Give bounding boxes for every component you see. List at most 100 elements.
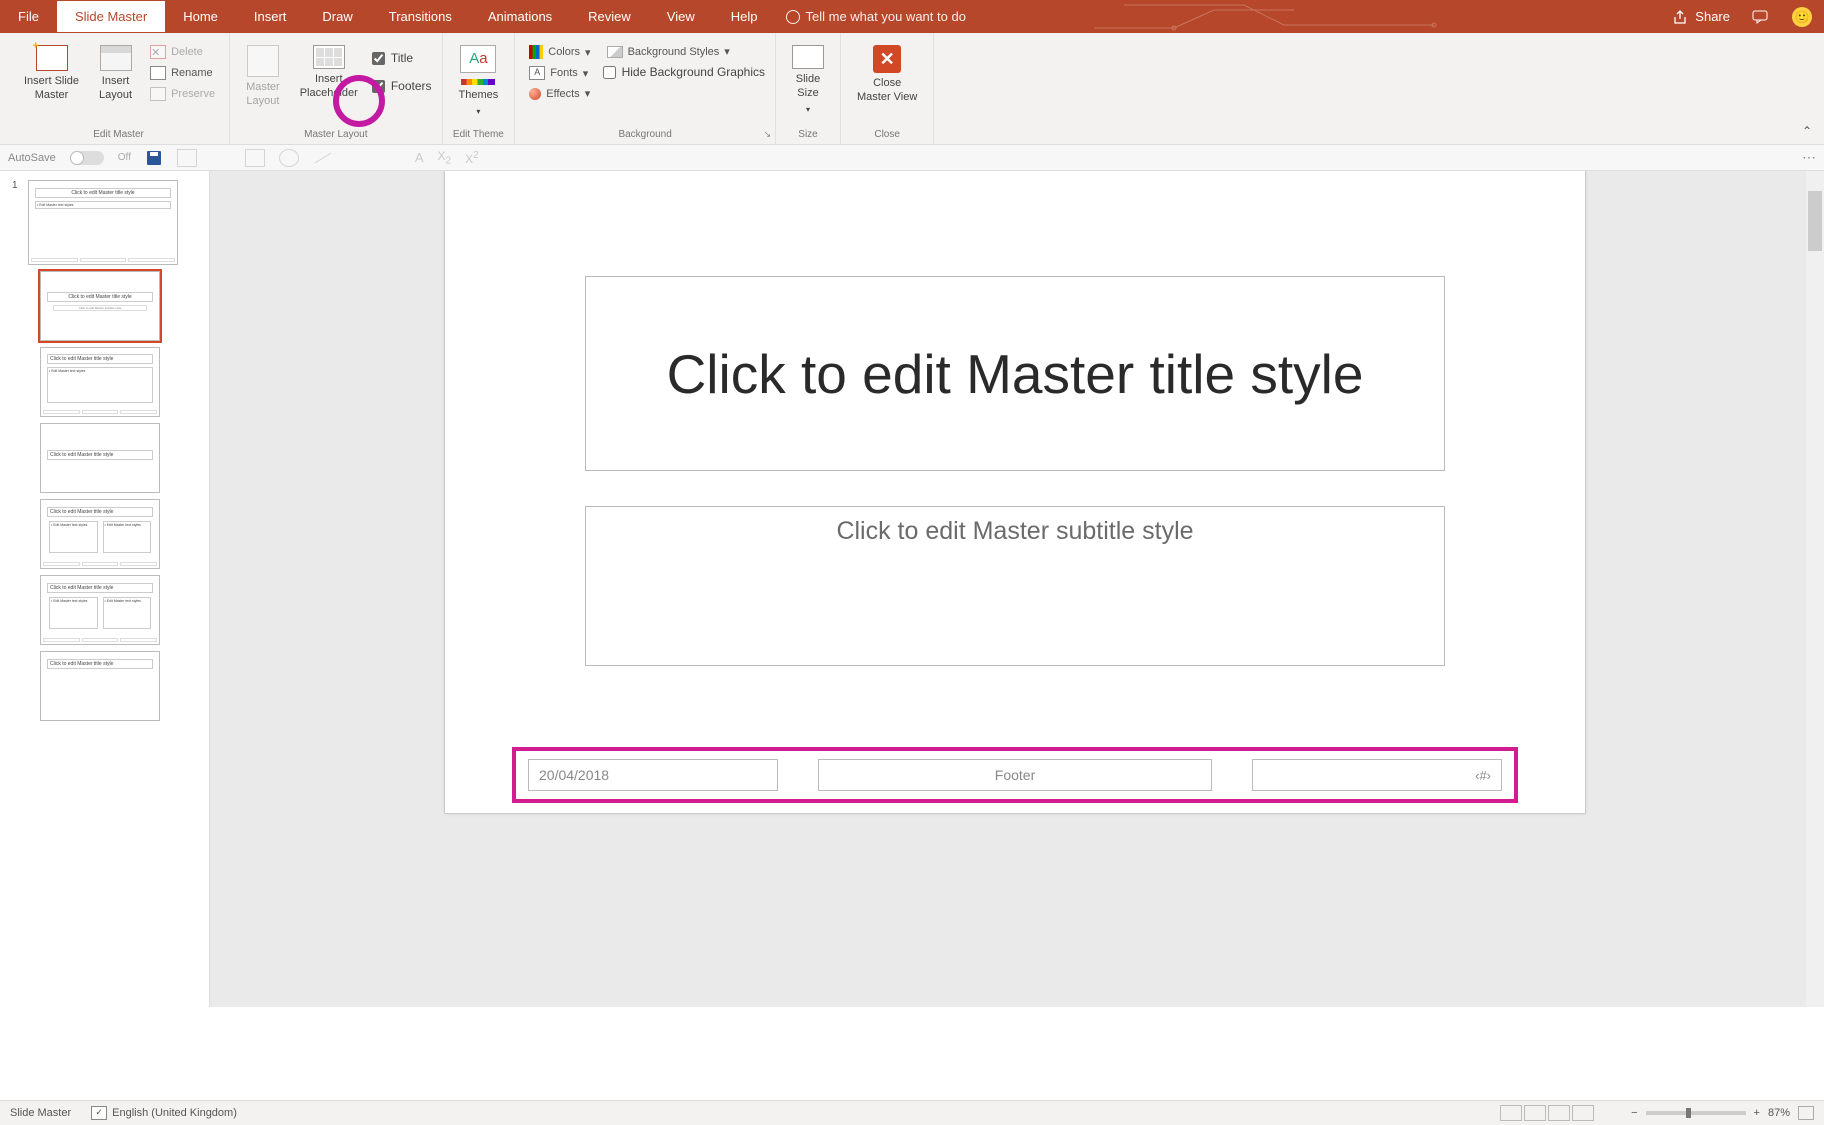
- distribute-v-icon[interactable]: [697, 149, 717, 167]
- align-right-icon[interactable]: [595, 149, 615, 167]
- footer-annotation-highlight: 20/04/2018 Footer ‹#›: [512, 747, 1518, 803]
- view-mode-buttons[interactable]: [1500, 1105, 1594, 1121]
- zoom-in-button[interactable]: +: [1754, 1107, 1760, 1119]
- tab-slide-master[interactable]: Slide Master: [57, 1, 165, 32]
- emoji-icon[interactable]: 🙂: [1792, 7, 1812, 27]
- fonts-icon: A: [529, 66, 545, 80]
- slide-number-placeholder[interactable]: ‹#›: [1252, 759, 1502, 791]
- thumbnails-panel[interactable]: 1 Click to edit Master title style • Edi…: [0, 171, 210, 1007]
- comments-icon[interactable]: [1752, 9, 1770, 25]
- tab-help[interactable]: Help: [713, 1, 776, 32]
- delete-button[interactable]: ✕Delete: [146, 43, 219, 61]
- close-master-label: Close Master View: [857, 77, 917, 105]
- insert-placeholder-button[interactable]: Insert Placeholder: [294, 43, 364, 103]
- title-checkbox[interactable]: Title: [372, 49, 432, 67]
- hide-bg-checkbox[interactable]: Hide Background Graphics: [603, 63, 765, 81]
- status-language[interactable]: ✓ English (United Kingdom): [91, 1106, 237, 1120]
- master-layout-button[interactable]: Master Layout: [240, 43, 286, 111]
- reading-view-icon[interactable]: [1548, 1105, 1570, 1121]
- themes-colors-icon: [461, 79, 495, 85]
- master-layout-icon: [247, 45, 279, 77]
- touch-mouse-icon[interactable]: [177, 149, 197, 167]
- slide-layout-preview[interactable]: Click to edit Master title style Click t…: [445, 171, 1585, 813]
- line-shape-icon[interactable]: [313, 149, 333, 167]
- normal-view-icon[interactable]: [1500, 1105, 1522, 1121]
- themes-button[interactable]: Aa Themes ▾: [453, 43, 505, 119]
- preserve-button[interactable]: Preserve: [146, 85, 219, 103]
- bulb-icon: [786, 10, 800, 24]
- effects-icon: [529, 88, 541, 100]
- share-label: Share: [1695, 9, 1730, 24]
- tell-me-search[interactable]: Tell me what you want to do: [786, 9, 966, 24]
- title-placeholder[interactable]: Click to edit Master title style: [585, 276, 1445, 471]
- subscript-button[interactable]: X2: [438, 149, 452, 166]
- qat-overflow-button[interactable]: ⋯: [1802, 149, 1816, 166]
- rectangle-shape-icon[interactable]: [245, 149, 265, 167]
- tab-home[interactable]: Home: [165, 1, 236, 32]
- tab-file[interactable]: File: [0, 1, 57, 32]
- close-master-view-button[interactable]: ✕ Close Master View: [851, 43, 923, 107]
- zoom-level[interactable]: 87%: [1768, 1107, 1790, 1119]
- colors-button[interactable]: Colors ▾: [525, 43, 594, 61]
- effects-button[interactable]: Effects ▾: [525, 85, 594, 102]
- thumb-comparison-layout[interactable]: Click to edit Master title style • Edit …: [40, 575, 160, 645]
- insert-slide-master-label: Insert Slide Master: [24, 75, 79, 103]
- insert-layout-button[interactable]: Insert Layout: [93, 43, 138, 105]
- tab-transitions[interactable]: Transitions: [371, 1, 470, 32]
- thumb-two-content-layout[interactable]: Click to edit Master title style • Edit …: [40, 499, 160, 569]
- group-background-label: Background: [618, 129, 671, 140]
- fill-icon[interactable]: [347, 149, 367, 167]
- thumb-slide-master[interactable]: Click to edit Master title style • Edit …: [28, 180, 178, 265]
- distribute-h-icon[interactable]: [663, 149, 683, 167]
- background-dialog-launcher[interactable]: ↘: [763, 129, 771, 140]
- autosave-toggle[interactable]: [70, 151, 104, 165]
- status-bar: Slide Master ✓ English (United Kingdom) …: [0, 1100, 1824, 1125]
- tab-insert[interactable]: Insert: [236, 1, 305, 32]
- align-left-icon[interactable]: [527, 149, 547, 167]
- slide-sorter-view-icon[interactable]: [1524, 1105, 1546, 1121]
- tab-animations[interactable]: Animations: [470, 1, 570, 32]
- slideshow-view-icon[interactable]: [1572, 1105, 1594, 1121]
- preserve-icon: [150, 87, 166, 101]
- thumb-section-header-layout[interactable]: Click to edit Master title style: [40, 423, 160, 493]
- slide-size-icon: [792, 45, 824, 69]
- share-button[interactable]: Share: [1673, 9, 1730, 25]
- close-master-icon: ✕: [873, 45, 901, 73]
- date-placeholder[interactable]: 20/04/2018: [528, 759, 778, 791]
- rename-button[interactable]: Rename: [146, 64, 219, 82]
- colors-icon: [529, 45, 543, 59]
- oval-shape-icon[interactable]: [279, 149, 299, 167]
- thumb-title-content-layout[interactable]: Click to edit Master title style • Edit …: [40, 347, 160, 417]
- save-icon[interactable]: [145, 149, 163, 167]
- thumb-number: 1: [12, 180, 20, 265]
- footer-placeholder[interactable]: Footer: [818, 759, 1212, 791]
- bg-styles-button[interactable]: Background Styles ▾: [603, 43, 765, 60]
- insert-slide-master-button[interactable]: Insert Slide Master: [18, 43, 85, 105]
- collapse-ribbon-button[interactable]: ⌃: [1802, 124, 1812, 138]
- outline-icon[interactable]: [381, 149, 401, 167]
- superscript-button[interactable]: X2: [465, 150, 479, 166]
- subtitle-placeholder[interactable]: Click to edit Master subtitle style: [585, 506, 1445, 666]
- fit-to-window-button[interactable]: [1798, 1106, 1814, 1120]
- zoom-out-button[interactable]: −: [1631, 1107, 1637, 1119]
- master-layout-label: Master Layout: [246, 81, 280, 109]
- autosave-off-label: Off: [118, 152, 131, 163]
- group-close-label: Close: [874, 129, 900, 140]
- slide-canvas-area[interactable]: Click to edit Master title style Click t…: [210, 171, 1824, 1007]
- fonts-button[interactable]: AFonts ▾: [525, 64, 594, 82]
- slide-size-label: Slide Size: [796, 73, 820, 101]
- insert-slide-master-icon: [36, 45, 68, 71]
- thumb-title-only-layout[interactable]: Click to edit Master title style: [40, 651, 160, 721]
- tab-review[interactable]: Review: [570, 1, 649, 32]
- zoom-slider[interactable]: [1646, 1111, 1746, 1115]
- slide-size-button[interactable]: Slide Size ▾: [786, 43, 830, 117]
- insert-layout-label: Insert Layout: [99, 75, 132, 103]
- footers-checkbox[interactable]: Footers: [372, 77, 432, 95]
- insert-placeholder-icon: [313, 45, 345, 69]
- tab-draw[interactable]: Draw: [304, 1, 370, 32]
- vertical-scrollbar[interactable]: [1806, 171, 1824, 1007]
- font-color-icon[interactable]: A: [415, 150, 424, 165]
- align-center-icon[interactable]: [561, 149, 581, 167]
- thumb-title-slide-layout[interactable]: Click to edit Master title style Click t…: [40, 271, 160, 341]
- tab-view[interactable]: View: [649, 1, 713, 32]
